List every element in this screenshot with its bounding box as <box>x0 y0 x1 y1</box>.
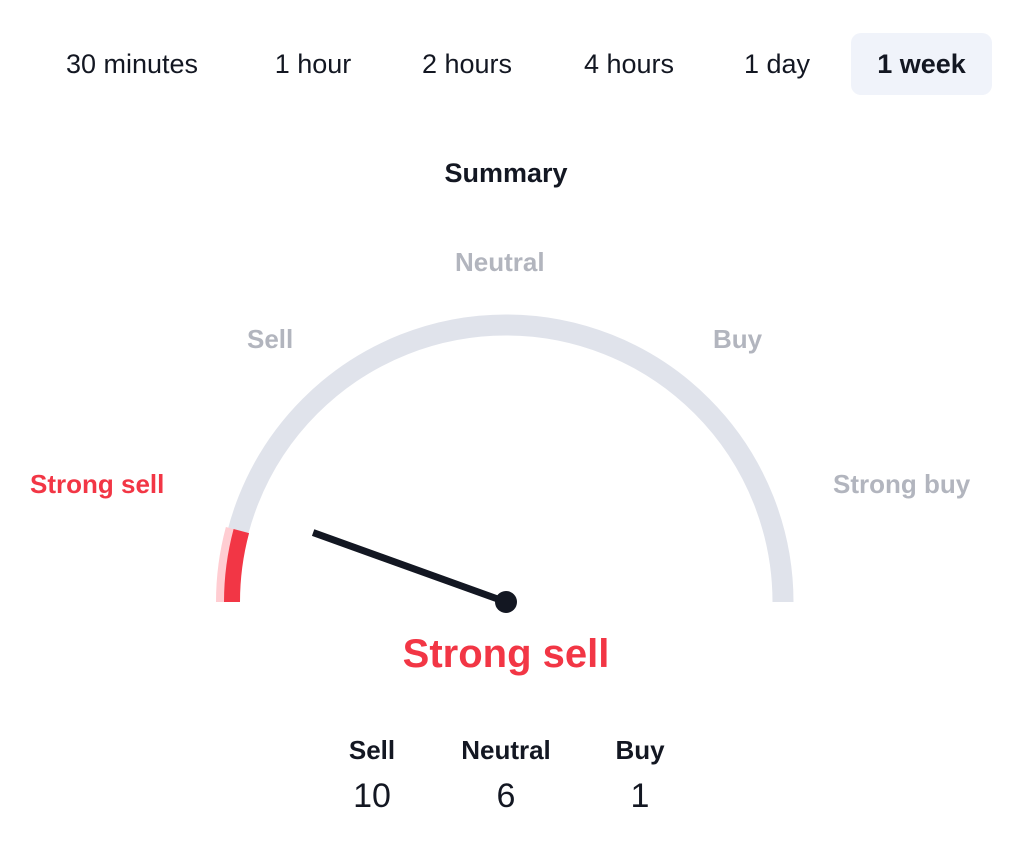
count-neutral: Neutral 6 <box>439 730 573 822</box>
count-value: 10 <box>353 777 391 815</box>
summary-verdict: Strong sell <box>402 632 610 676</box>
count-sell: Sell 10 <box>305 730 439 822</box>
count-label: Buy <box>615 735 665 765</box>
signal-counts: Sell 10 Neutral 6 Buy 1 <box>0 730 1012 822</box>
gauge-fill <box>224 529 250 603</box>
summary-gauge <box>216 314 794 613</box>
gauge-track <box>218 314 794 603</box>
count-label: Sell <box>348 735 396 765</box>
gauge-needle <box>311 529 508 606</box>
count-value: 6 <box>496 777 516 815</box>
count-buy: Buy 1 <box>573 730 707 822</box>
count-value: 1 <box>630 777 650 815</box>
count-label: Neutral <box>461 735 551 765</box>
gauge-needle-hub <box>495 591 517 613</box>
